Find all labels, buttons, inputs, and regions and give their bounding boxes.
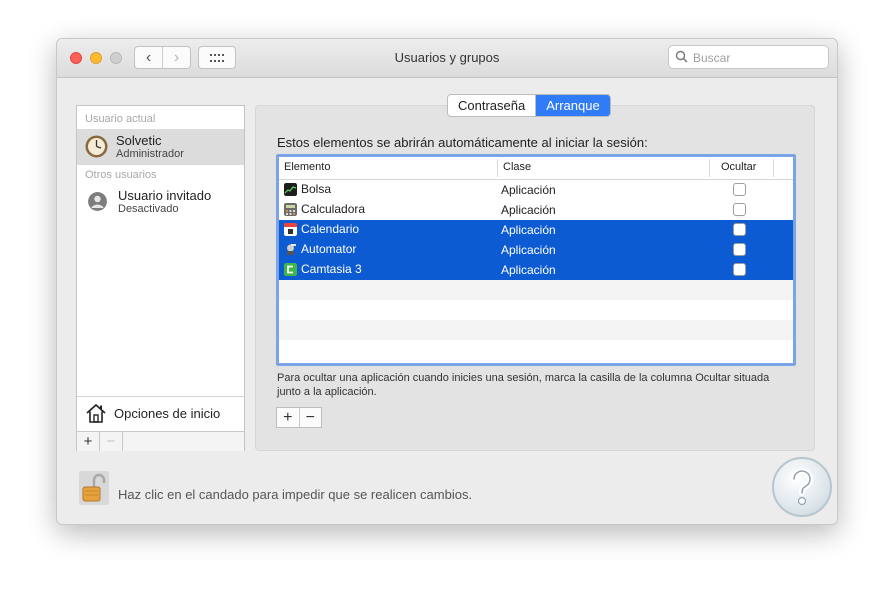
table-row[interactable]: Calculadora Aplicación [279,200,793,220]
login-items-add-remove: + − [276,407,322,428]
users-sidebar: Usuario actual Solvetic Administrador Ot… [76,105,245,451]
remove-login-item-button[interactable]: − [298,408,322,427]
login-items-intro: Estos elementos se abrirán automáticamen… [277,135,648,150]
login-options-label: Opciones de inicio [114,406,221,421]
other-users-section-label: Otros usuarios [85,169,157,181]
current-user-role: Administrador [116,148,184,160]
tab-bar: Contraseña Arranque [447,94,611,117]
search-icon [675,50,688,63]
table-row[interactable]: Automator Aplicación [279,240,793,260]
item-kind: Aplicación [501,263,556,277]
tab-password[interactable]: Contraseña [448,95,535,116]
padlock-icon[interactable] [79,471,109,505]
tab-login-items[interactable]: Arranque [535,95,610,116]
empty-row [279,300,793,320]
hide-help-text: Para ocultar una aplicación cuando inici… [277,372,770,398]
table-row[interactable]: Calendario Aplicación [279,220,793,240]
item-kind: Aplicación [501,183,556,197]
current-user-section-label: Usuario actual [85,113,156,125]
clock-avatar-icon [85,135,108,158]
sidebar-item-guest-user[interactable]: Usuario invitado Desactivado [77,184,244,220]
question-mark-icon [791,468,813,506]
table-row[interactable]: Bolsa Aplicación [279,180,793,200]
search-input[interactable] [691,48,825,68]
lock-hint-text: Haz clic en el candado para impedir que … [118,487,473,502]
users-groups-window: ‹ › Usuarios y grupos Usuario actua [56,38,838,525]
item-kind: Aplicación [501,223,556,237]
hide-checkbox[interactable] [733,203,746,216]
table-row[interactable]: Camtasia 3 Aplicación [279,260,793,280]
guest-user-name: Usuario invitado [118,188,212,203]
camtasia-icon [284,263,297,276]
hide-checkbox[interactable] [733,243,746,256]
sidebar-add-remove: + − [77,431,244,451]
user-silhouette-icon [88,192,107,211]
guest-user-role: Desactivado [118,203,179,215]
stocks-icon [284,183,297,196]
current-user-name: Solvetic [116,133,162,148]
hide-checkbox[interactable] [733,183,746,196]
item-name: Calculadora [301,202,366,216]
search-field[interactable] [668,45,829,69]
hide-checkbox[interactable] [733,223,746,236]
add-login-item-button[interactable]: + [277,408,299,427]
item-name: Bolsa [301,182,332,196]
item-kind: Aplicación [501,243,556,257]
login-items-table[interactable]: Elemento Clase Ocultar Bolsa Aplicación [276,154,796,366]
house-icon [86,403,106,423]
remove-user-button[interactable]: − [100,432,123,451]
empty-row [279,280,793,300]
calendar-icon [284,223,297,236]
column-header-hide[interactable]: Ocultar [721,161,756,173]
hide-checkbox[interactable] [733,263,746,276]
item-kind: Aplicación [501,203,556,217]
empty-row [279,320,793,340]
title-bar: ‹ › Usuarios y grupos [57,39,837,78]
column-divider [773,159,774,177]
help-badge [772,457,832,517]
column-header-item[interactable]: Elemento [284,161,330,173]
table-header: Elemento Clase Ocultar [279,157,793,180]
empty-row [279,340,793,360]
column-header-kind[interactable]: Clase [503,161,531,173]
automator-icon [287,244,296,255]
item-name: Camtasia 3 [301,262,362,276]
item-name: Automator [301,242,357,256]
calculator-icon [284,203,297,216]
column-divider [709,159,710,177]
sidebar-item-current-user[interactable]: Solvetic Administrador [77,129,244,165]
login-options-button[interactable]: Opciones de inicio [77,396,244,432]
column-divider [497,159,498,177]
item-name: Calendario [301,222,360,236]
add-user-button[interactable]: + [77,432,100,451]
